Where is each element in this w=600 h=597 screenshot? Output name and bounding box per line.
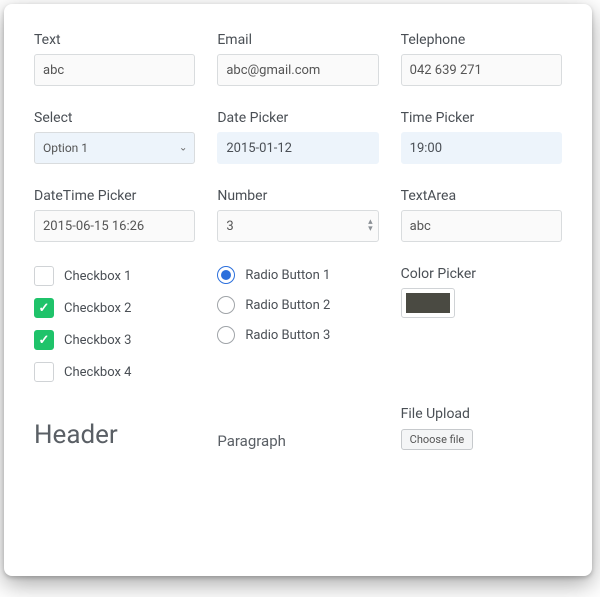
datetime-input[interactable] [34, 210, 195, 242]
radio-item[interactable]: Radio Button 1 [217, 266, 378, 284]
date-label: Date Picker [217, 110, 378, 126]
color-picker-label: Color Picker [401, 266, 562, 282]
time-field-group: Time Picker [401, 110, 562, 164]
checkbox-box[interactable] [34, 266, 54, 286]
radio-label: Radio Button 1 [245, 268, 330, 283]
header-cell: Header [34, 420, 195, 450]
checkbox-box[interactable]: ✓ [34, 330, 54, 350]
radio-group: Radio Button 1 Radio Button 2 Radio Button… [217, 266, 378, 382]
color-picker-group: Color Picker [401, 266, 562, 382]
select-input[interactable] [34, 132, 195, 164]
radio-circle[interactable] [217, 326, 235, 344]
select-wrap: ⌄ [34, 132, 195, 164]
radio-item[interactable]: Radio Button 2 [217, 296, 378, 314]
checkbox-label: Checkbox 2 [64, 301, 131, 316]
date-input[interactable] [217, 132, 378, 164]
check-icon: ✓ [39, 301, 50, 316]
checkbox-box[interactable] [34, 362, 54, 382]
date-field-group: Date Picker [217, 110, 378, 164]
email-field-group: Email [217, 32, 378, 86]
checkbox-box[interactable]: ✓ [34, 298, 54, 318]
file-upload-group: File Upload Choose file [401, 406, 562, 450]
file-upload-label: File Upload [401, 406, 562, 422]
email-label: Email [217, 32, 378, 48]
checkbox-item[interactable]: ✓ Checkbox 2 [34, 298, 195, 318]
radio-label: Radio Button 3 [245, 328, 330, 343]
checkbox-label: Checkbox 3 [64, 333, 131, 348]
select-label: Select [34, 110, 195, 126]
text-field-group: Text [34, 32, 195, 86]
number-label: Number [217, 188, 378, 204]
paragraph-text: Paragraph [217, 432, 378, 450]
telephone-input[interactable] [401, 54, 562, 86]
checkbox-item[interactable]: ✓ Checkbox 3 [34, 330, 195, 350]
datetime-field-group: DateTime Picker [34, 188, 195, 242]
telephone-field-group: Telephone [401, 32, 562, 86]
telephone-label: Telephone [401, 32, 562, 48]
color-swatch [406, 293, 450, 313]
radio-item[interactable]: Radio Button 3 [217, 326, 378, 344]
number-input[interactable] [217, 210, 378, 242]
choose-file-button[interactable]: Choose file [401, 429, 474, 450]
radio-circle[interactable] [217, 296, 235, 314]
select-field-group: Select ⌄ [34, 110, 195, 164]
number-field-group: Number ▴▾ [217, 188, 378, 242]
paragraph-cell: Paragraph [217, 432, 378, 450]
header-text: Header [34, 420, 195, 450]
color-swatch-button[interactable] [401, 288, 455, 318]
number-input-wrap: ▴▾ [217, 210, 378, 242]
time-input[interactable] [401, 132, 562, 164]
form-card: Text Email Telephone Select ⌄ Date Picke… [4, 4, 592, 576]
checkbox-group: Checkbox 1 ✓ Checkbox 2 ✓ Checkbox 3 Checkbox… [34, 266, 195, 382]
text-label: Text [34, 32, 195, 48]
radio-dot-icon [221, 270, 231, 280]
radio-circle[interactable] [217, 266, 235, 284]
textarea-input[interactable] [401, 210, 562, 242]
checkbox-label: Checkbox 1 [64, 269, 131, 284]
check-icon: ✓ [39, 333, 50, 348]
text-input[interactable] [34, 54, 195, 86]
form-grid: Text Email Telephone Select ⌄ Date Picke… [34, 32, 562, 450]
email-input[interactable] [217, 54, 378, 86]
datetime-label: DateTime Picker [34, 188, 195, 204]
checkbox-item[interactable]: Checkbox 4 [34, 362, 195, 382]
checkbox-label: Checkbox 4 [64, 365, 131, 380]
time-label: Time Picker [401, 110, 562, 126]
textarea-field-group: TextArea [401, 188, 562, 242]
radio-label: Radio Button 2 [245, 298, 330, 313]
checkbox-item[interactable]: Checkbox 1 [34, 266, 195, 286]
textarea-label: TextArea [401, 188, 562, 204]
